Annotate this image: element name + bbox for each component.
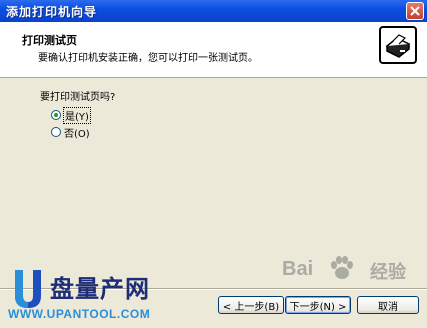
close-button[interactable] xyxy=(406,2,424,20)
radio-no[interactable] xyxy=(51,127,61,137)
watermark-brand-right: 经验 xyxy=(370,262,406,283)
baidu-jingyan-watermark: Bai 经验 xyxy=(278,252,426,294)
paw-icon xyxy=(331,256,353,279)
option-yes-label: 是(Y) xyxy=(63,106,91,124)
window-title: 添加打印机向导 xyxy=(6,5,98,19)
upantool-logo: 盘量产网 WWW.UPANTOOL.COM xyxy=(8,268,193,323)
close-icon xyxy=(410,6,420,16)
u-logo-icon xyxy=(15,270,41,308)
radio-yes[interactable] xyxy=(51,110,61,120)
cancel-button[interactable]: 取消 xyxy=(357,296,419,314)
option-yes[interactable]: 是(Y) xyxy=(51,106,91,124)
printer-icon xyxy=(379,26,417,64)
option-no-label: 否(O) xyxy=(64,128,90,140)
title-bar[interactable]: 添加打印机向导 xyxy=(0,0,427,22)
logo-name: 盘量产网 xyxy=(50,274,150,303)
logo-url: WWW.UPANTOOL.COM xyxy=(8,307,151,321)
page-subtitle: 要确认打印机安装正确，您可以打印一张测试页。 xyxy=(38,53,258,64)
back-button[interactable]: < 上一步(B) xyxy=(218,296,284,314)
next-button[interactable]: 下一步(N) > xyxy=(285,296,351,314)
option-no[interactable]: 否(O) xyxy=(51,124,90,140)
watermark-brand-left: Bai xyxy=(282,258,314,280)
add-printer-wizard-window: 添加打印机向导 打印测试页 要确认打印机安装正确，您可以打印一张测试页。 要打印… xyxy=(0,0,427,328)
page-title: 打印测试页 xyxy=(22,34,77,47)
print-test-question: 要打印测试页吗? xyxy=(40,92,116,103)
wizard-header: 打印测试页 要确认打印机安装正确，您可以打印一张测试页。 xyxy=(0,22,427,78)
